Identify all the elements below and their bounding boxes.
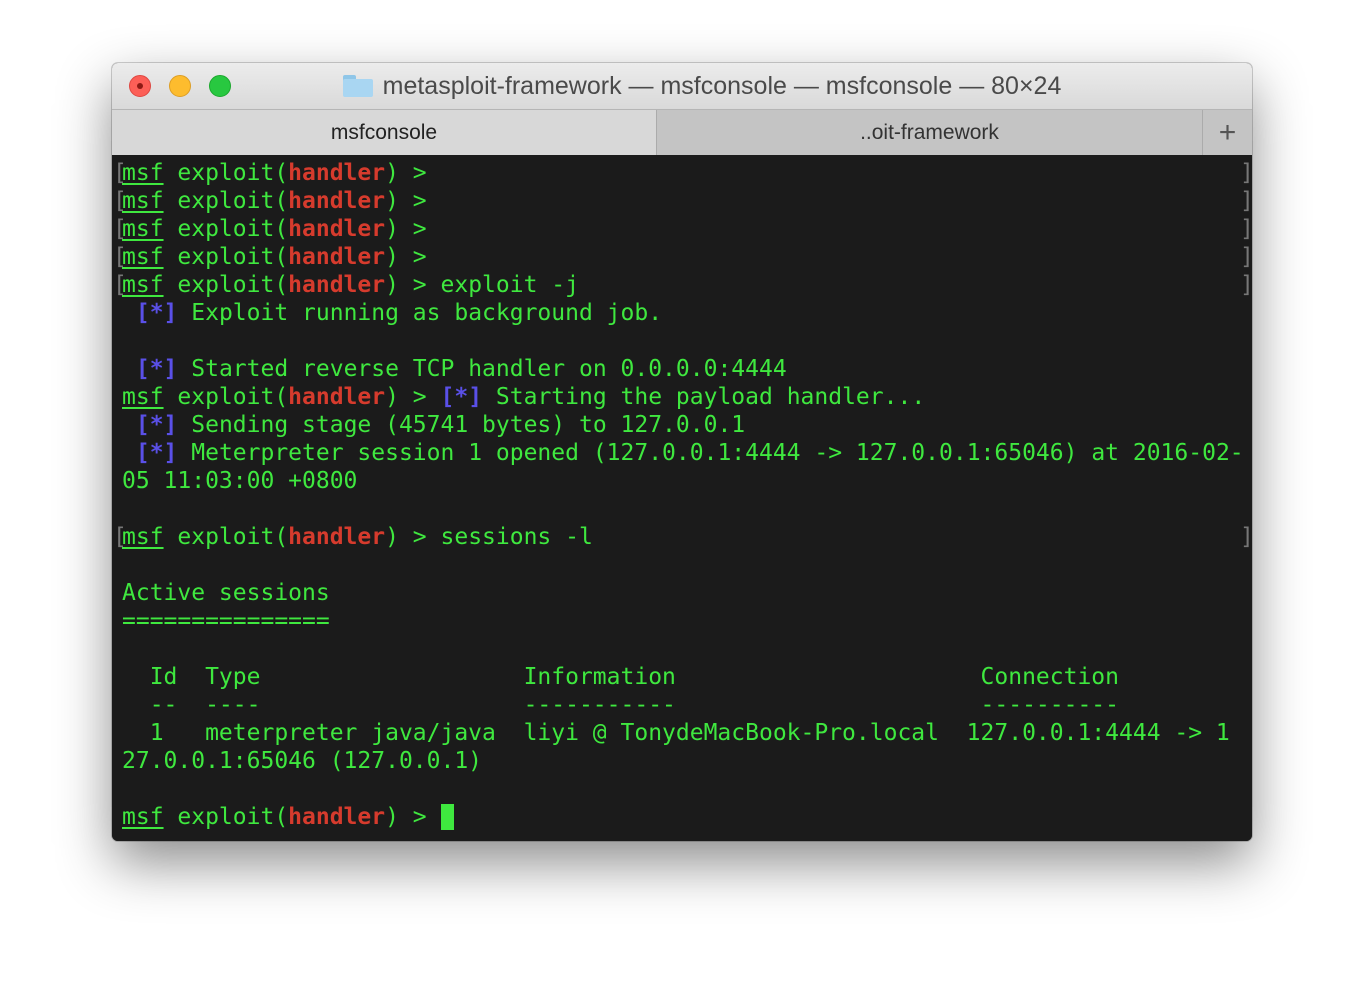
new-tab-button[interactable]: + — [1203, 110, 1252, 155]
terminal-line: [*] Sending stage (45741 bytes) to 127.0… — [112, 411, 1252, 439]
window-title-text: metasploit-framework — msfconsole — msfc… — [382, 71, 1062, 100]
prompt-exploit: exploit( — [163, 188, 289, 214]
prompt-module: handler — [288, 216, 386, 242]
prompt-msf: msf — [122, 384, 164, 410]
prompt-exploit: exploit( — [163, 272, 289, 298]
prompt-close: ) > — [385, 804, 427, 830]
terminal-line: -- ---- ----------- ---------- — [112, 691, 1252, 719]
prompt-close: ) > — [385, 272, 427, 298]
prompt-msf: msf — [122, 216, 164, 242]
terminal-line: Id Type Information Connection — [112, 663, 1252, 691]
output-message: Started reverse TCP handler on 0.0.0.0:4… — [177, 356, 787, 382]
status-tag: [*] — [135, 356, 178, 382]
prompt-exploit: exploit( — [163, 384, 289, 410]
prompt-close: ) > — [385, 524, 427, 550]
prompt-module: handler — [288, 524, 386, 550]
prompt-module: handler — [288, 804, 386, 830]
sessions-title-rule: =============== — [122, 608, 330, 634]
status-tag: [*] — [135, 412, 178, 438]
tab-bar: msfconsole ..oit-framework + — [112, 109, 1252, 155]
prompt-msf: msf — [122, 272, 164, 298]
status-tag: [*] — [135, 440, 178, 466]
prompt-exploit: exploit( — [163, 244, 289, 270]
terminal-line: msf exploit(handler) > — [112, 803, 1252, 831]
terminal-line: [ msf exploit(handler) > ] — [112, 243, 1252, 271]
title-bar[interactable]: metasploit-framework — msfconsole — msfc… — [112, 63, 1252, 109]
prompt-module: handler — [288, 188, 386, 214]
prompt-msf: msf — [122, 524, 164, 550]
prompt-msf: msf — [122, 160, 164, 186]
tab-metasploit-framework[interactable]: ..oit-framework — [657, 110, 1203, 155]
status-tag: [*] — [135, 300, 178, 326]
history-marker-right: ] — [1240, 243, 1252, 271]
terminal-line: [ msf exploit(handler) > exploit -j ] — [112, 271, 1252, 299]
prompt-exploit: exploit( — [163, 160, 289, 186]
window-title: metasploit-framework — msfconsole — msfc… — [112, 63, 1252, 109]
sessions-title: Active sessions — [122, 580, 330, 606]
prompt-exploit: exploit( — [163, 216, 289, 242]
terminal-line: [*] Meterpreter session 1 opened (127.0.… — [112, 439, 1252, 467]
prompt-msf: msf — [122, 188, 164, 214]
folder-icon — [342, 75, 373, 97]
terminal-window: metasploit-framework — msfconsole — msfc… — [112, 63, 1252, 841]
prompt-close: ) > — [385, 160, 427, 186]
prompt-msf: msf — [122, 804, 164, 830]
sessions-table-header: Id Type Information Connection — [122, 664, 1119, 690]
terminal-line: 05 11:03:00 +0800 — [112, 467, 1252, 495]
history-marker-right: ] — [1240, 215, 1252, 243]
terminal-line: msf exploit(handler) > [*] Starting the … — [112, 383, 1252, 411]
output-message: Exploit running as background job. — [177, 300, 663, 326]
output-message: 05 11:03:00 +0800 — [122, 468, 358, 494]
terminal-line: 1 meterpreter java/java liyi @ TonydeMac… — [112, 719, 1252, 747]
sessions-table-rule: -- ---- ----------- ---------- — [122, 692, 1119, 718]
terminal-line: [*] Exploit running as background job. — [112, 299, 1252, 327]
terminal-output[interactable]: [ msf exploit(handler) > ] [ msf exploit… — [112, 155, 1252, 841]
sessions-table-row-wrap: 27.0.0.1:65046 (127.0.0.1) — [122, 748, 483, 774]
prompt-module: handler — [288, 160, 386, 186]
terminal-line: 27.0.0.1:65046 (127.0.0.1) — [112, 747, 1252, 775]
text-cursor[interactable] — [440, 804, 454, 830]
output-message: Starting the payload handler... — [482, 384, 926, 410]
command-sessions: sessions -l — [426, 524, 593, 550]
prompt-close: ) > — [385, 216, 427, 242]
terminal-line: [ msf exploit(handler) > sessions -l ] — [112, 523, 1252, 551]
prompt-module: handler — [288, 244, 386, 270]
history-marker-right: ] — [1240, 159, 1252, 187]
prompt-close: ) > — [385, 384, 427, 410]
prompt-module: handler — [288, 384, 386, 410]
terminal-line: [*] Started reverse TCP handler on 0.0.0… — [112, 355, 1252, 383]
terminal-line: =============== — [112, 607, 1252, 635]
prompt-exploit: exploit( — [163, 804, 289, 830]
output-message: Meterpreter session 1 opened (127.0.0.1:… — [177, 440, 1244, 466]
prompt-exploit: exploit( — [163, 524, 289, 550]
terminal-line: [ msf exploit(handler) > ] — [112, 187, 1252, 215]
terminal-line: [ msf exploit(handler) > ] — [112, 159, 1252, 187]
sessions-table-row: 1 meterpreter java/java liyi @ TonydeMac… — [122, 720, 1230, 746]
prompt-module: handler — [288, 272, 386, 298]
prompt-close: ) > — [385, 188, 427, 214]
command-exploit: exploit -j — [426, 272, 579, 298]
terminal-line: [ msf exploit(handler) > ] — [112, 215, 1252, 243]
status-tag: [*] — [440, 384, 483, 410]
output-message: Sending stage (45741 bytes) to 127.0.0.1 — [177, 412, 746, 438]
history-marker-right: ] — [1240, 271, 1252, 299]
history-marker-right: ] — [1240, 523, 1252, 551]
tab-msfconsole[interactable]: msfconsole — [112, 110, 657, 155]
history-marker-right: ] — [1240, 187, 1252, 215]
terminal-line: Active sessions — [112, 579, 1252, 607]
prompt-close: ) > — [385, 244, 427, 270]
prompt-msf: msf — [122, 244, 164, 270]
